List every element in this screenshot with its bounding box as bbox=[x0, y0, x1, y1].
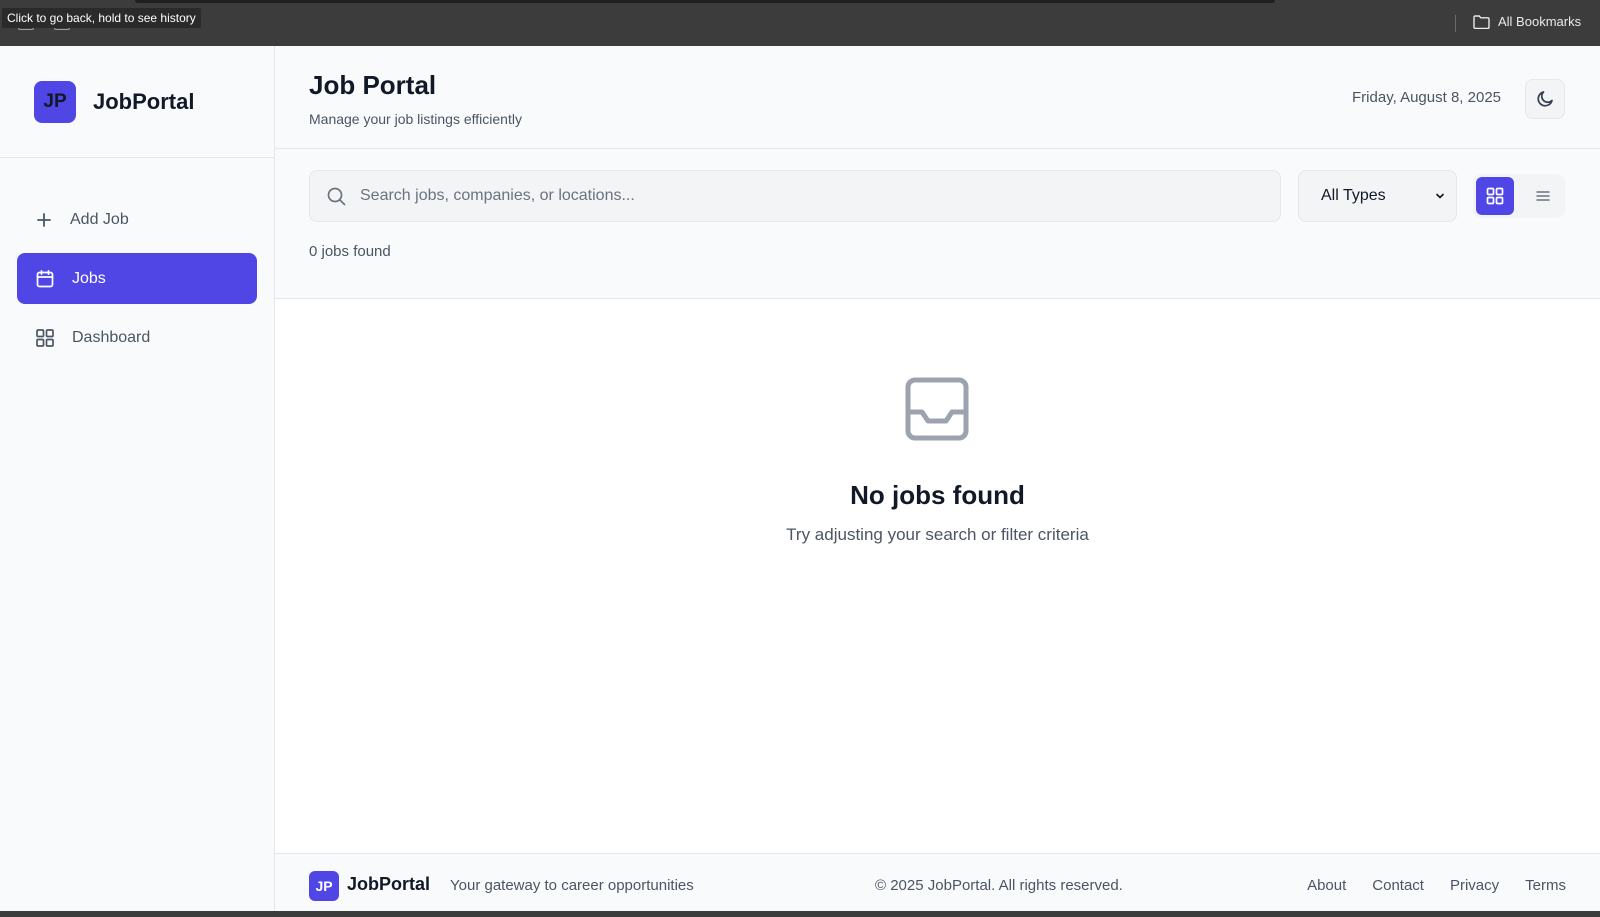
footer-copyright: © 2025 JobPortal. All rights reserved. bbox=[875, 877, 1123, 894]
view-mode-toggle bbox=[1473, 174, 1565, 218]
sidebar-item-dashboard[interactable]: Dashboard bbox=[17, 312, 257, 363]
sidebar-item-label: Add Job bbox=[70, 210, 129, 228]
brand-name: JobPortal bbox=[93, 88, 195, 114]
sidebar-brand[interactable]: JP JobPortal bbox=[0, 46, 274, 158]
page-subtitle: Manage your job listings efficiently bbox=[309, 111, 522, 127]
footer-links: About Contact Privacy Terms bbox=[1307, 877, 1566, 894]
grid-view-icon bbox=[1486, 187, 1504, 205]
sidebar: JP JobPortal Add Job Jobs Dashboard bbox=[0, 46, 275, 917]
job-type-select-value: All Types bbox=[1321, 187, 1386, 204]
calendar-icon bbox=[36, 269, 54, 287]
sidebar-item-label: Dashboard bbox=[72, 328, 151, 346]
current-date: Friday, August 8, 2025 bbox=[1352, 89, 1501, 106]
folder-icon bbox=[1473, 14, 1490, 29]
grid-view-button[interactable] bbox=[1476, 177, 1514, 215]
list-view-button[interactable] bbox=[1524, 177, 1562, 215]
search-input[interactable] bbox=[360, 187, 1260, 205]
all-bookmarks-label: All Bookmarks bbox=[1498, 14, 1582, 29]
footer-link-terms[interactable]: Terms bbox=[1525, 877, 1566, 894]
sidebar-item-add-job[interactable]: Add Job bbox=[17, 194, 257, 245]
filter-toolbar: All Types 0 jobs found bbox=[275, 149, 1600, 299]
moon-icon bbox=[1537, 91, 1553, 107]
tab-strip bbox=[135, 0, 1275, 3]
footer-link-about[interactable]: About bbox=[1307, 877, 1346, 894]
results-count: 0 jobs found bbox=[309, 243, 391, 260]
page-header: Job Portal Manage your job listings effi… bbox=[275, 46, 1600, 149]
sidebar-item-label: Jobs bbox=[72, 269, 106, 287]
grid-icon bbox=[36, 328, 54, 347]
list-view-icon bbox=[1536, 191, 1550, 201]
footer-link-privacy[interactable]: Privacy bbox=[1450, 877, 1499, 894]
page-title: Job Portal bbox=[309, 70, 437, 100]
footer-brand-name: JobPortal bbox=[347, 874, 431, 894]
empty-state-title: No jobs found bbox=[850, 480, 1025, 510]
search-box[interactable] bbox=[309, 170, 1281, 222]
footer-link-contact[interactable]: Contact bbox=[1372, 877, 1424, 894]
inbox-icon bbox=[905, 377, 969, 441]
window-bottom-edge bbox=[0, 911, 1600, 917]
theme-toggle-button[interactable] bbox=[1525, 79, 1565, 119]
browser-toolbar: Click to go back, hold to see history Al… bbox=[0, 0, 1600, 46]
plus-icon bbox=[37, 212, 51, 227]
footer-logo: JP bbox=[309, 871, 339, 901]
main-content: Job Portal Manage your job listings effi… bbox=[275, 46, 1600, 917]
back-button-tooltip: Click to go back, hold to see history bbox=[2, 8, 201, 28]
chevron-down-icon bbox=[1436, 193, 1444, 199]
job-type-select[interactable]: All Types bbox=[1298, 170, 1457, 222]
all-bookmarks-button[interactable]: All Bookmarks bbox=[1473, 14, 1581, 29]
footer-tagline: Your gateway to career opportunities bbox=[450, 877, 694, 894]
page-footer: JP JobPortal Your gateway to career oppo… bbox=[275, 853, 1600, 917]
empty-state-message: Try adjusting your search or filter crit… bbox=[786, 525, 1089, 544]
search-icon bbox=[327, 187, 346, 205]
sidebar-item-jobs[interactable]: Jobs bbox=[17, 253, 257, 304]
toolbar-divider bbox=[1455, 15, 1456, 32]
sidebar-nav: Add Job Jobs Dashboard bbox=[0, 158, 274, 363]
brand-logo: JP bbox=[34, 80, 76, 123]
